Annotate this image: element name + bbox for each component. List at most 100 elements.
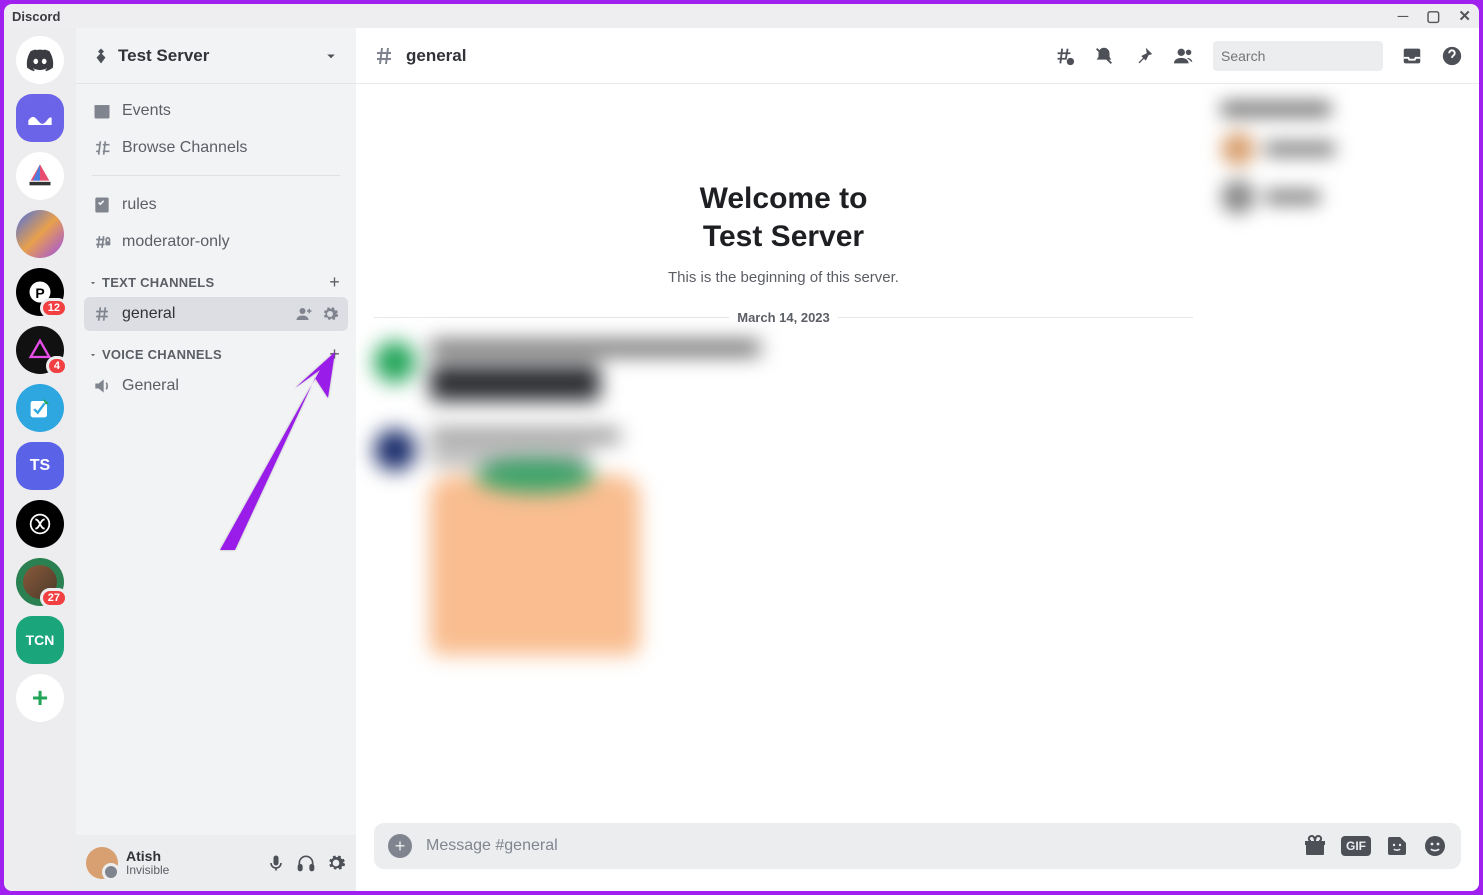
channel-label: General <box>122 377 179 395</box>
channel-sidebar: Test Server Events Browse Channels rules <box>76 28 356 891</box>
titlebar: Discord ─ ▢ ✕ <box>4 4 1479 28</box>
badge-count: 27 <box>40 588 68 608</box>
maximize-button[interactable]: ▢ <box>1426 9 1440 24</box>
hash-icon <box>92 304 112 324</box>
server-icon-5[interactable]: 4 <box>16 326 64 374</box>
chevron-down-icon <box>88 278 98 288</box>
channel-general-voice[interactable]: General <box>84 369 348 403</box>
mic-icon[interactable] <box>266 853 286 873</box>
close-button[interactable]: ✕ <box>1458 9 1471 24</box>
settings-gear-icon[interactable] <box>326 853 346 873</box>
category-voice-channels[interactable]: VOICE CHANNELS + <box>84 334 348 369</box>
home-button[interactable] <box>16 36 64 84</box>
category-label: TEXT CHANNELS <box>102 275 214 290</box>
welcome-subtitle: This is the beginning of this server. <box>374 269 1193 286</box>
browse-icon <box>92 138 112 158</box>
sailboat-icon <box>26 162 54 190</box>
channel-title: general <box>406 46 466 66</box>
window-controls: ─ ▢ ✕ <box>1398 9 1471 24</box>
headphones-icon[interactable] <box>296 853 316 873</box>
hash-icon <box>372 44 396 68</box>
chevron-down-icon <box>88 350 98 360</box>
server-icon-9[interactable]: 27 <box>16 558 64 606</box>
server-icon-7[interactable]: TS <box>16 442 64 490</box>
sidebar-item-events[interactable]: Events <box>84 94 348 128</box>
user-info[interactable]: Atish Invisible <box>126 849 258 878</box>
sidebar-item-browse[interactable]: Browse Channels <box>84 131 348 165</box>
server-icon-6[interactable] <box>16 384 64 432</box>
search-box[interactable] <box>1213 41 1383 71</box>
message-text-input[interactable] <box>426 837 1289 855</box>
channel-list: Events Browse Channels rules moderator-o… <box>76 84 356 835</box>
server-header-dropdown[interactable]: Test Server <box>76 28 356 84</box>
pin-icon[interactable] <box>1133 45 1155 67</box>
server-icon-10[interactable]: TCN <box>16 616 64 664</box>
wave-icon <box>26 104 54 132</box>
server-icon-1[interactable] <box>16 94 64 142</box>
blurred-message-1 <box>374 341 1193 401</box>
welcome-block: Welcome to Test Server This is the begin… <box>374 180 1193 286</box>
channel-label: moderator-only <box>122 233 230 251</box>
speaker-icon <box>92 376 112 396</box>
check-arrow-icon <box>26 394 54 422</box>
welcome-title-line1: Welcome to <box>700 182 868 215</box>
chat-header: general <box>356 28 1479 84</box>
category-text-channels[interactable]: TEXT CHANNELS + <box>84 262 348 297</box>
divider <box>92 175 340 176</box>
discord-logo-icon <box>26 46 54 74</box>
blurred-message-2 <box>374 429 1193 655</box>
app-window: Discord ─ ▢ ✕ P 12 4 <box>4 4 1479 891</box>
channel-label: general <box>122 305 175 323</box>
server-name: Test Server <box>118 46 209 66</box>
server-rail: P 12 4 TS 27 TCN + <box>4 28 76 891</box>
server-icon-4[interactable]: P 12 <box>16 268 64 316</box>
help-icon[interactable] <box>1441 45 1463 67</box>
server-icon-3[interactable] <box>16 210 64 258</box>
message-input-area: + GIF <box>356 823 1479 891</box>
svg-text:P: P <box>35 285 44 301</box>
badge-count: 12 <box>40 298 68 318</box>
server-icon-8[interactable] <box>16 500 64 548</box>
gift-icon[interactable] <box>1303 834 1327 858</box>
hash-lock-icon <box>92 232 112 252</box>
rules-icon <box>92 195 112 215</box>
add-channel-button[interactable]: + <box>329 344 344 365</box>
minimize-button[interactable]: ─ <box>1398 9 1409 24</box>
inbox-icon[interactable] <box>1401 45 1423 67</box>
add-server-button[interactable]: + <box>16 674 64 722</box>
gear-icon[interactable] <box>320 305 340 323</box>
boost-icon <box>92 47 110 65</box>
chat-area: general <box>356 28 1479 891</box>
knot-icon <box>26 510 54 538</box>
sticker-icon[interactable] <box>1385 834 1409 858</box>
member-list[interactable] <box>1211 84 1479 823</box>
user-avatar[interactable] <box>86 847 118 879</box>
chevron-down-icon <box>322 47 340 65</box>
calendar-icon <box>92 101 112 121</box>
sidebar-label: Events <box>122 102 171 120</box>
messages-pane[interactable]: Welcome to Test Server This is the begin… <box>356 84 1211 823</box>
date-divider: March 14, 2023 <box>374 310 1193 325</box>
badge-count: 4 <box>46 356 68 376</box>
channel-label: rules <box>122 196 157 214</box>
category-label: VOICE CHANNELS <box>102 347 222 362</box>
members-icon[interactable] <box>1173 45 1195 67</box>
channel-rules[interactable]: rules <box>84 188 348 222</box>
server-icon-2[interactable] <box>16 152 64 200</box>
invite-icon[interactable] <box>294 305 314 323</box>
channel-general-text[interactable]: general <box>84 297 348 331</box>
add-channel-button[interactable]: + <box>329 272 344 293</box>
threads-icon[interactable] <box>1053 45 1075 67</box>
search-input[interactable] <box>1221 48 1402 64</box>
channel-moderator[interactable]: moderator-only <box>84 225 348 259</box>
user-panel: Atish Invisible <box>76 835 356 891</box>
app-title: Discord <box>12 9 60 24</box>
welcome-title-line2: Test Server <box>703 220 864 253</box>
emoji-icon[interactable] <box>1423 834 1447 858</box>
notifications-muted-icon[interactable] <box>1093 45 1115 67</box>
user-name: Atish <box>126 849 258 864</box>
sidebar-label: Browse Channels <box>122 139 247 157</box>
message-input[interactable]: + GIF <box>374 823 1461 869</box>
attach-button[interactable]: + <box>388 834 412 858</box>
gif-button[interactable]: GIF <box>1341 836 1371 856</box>
